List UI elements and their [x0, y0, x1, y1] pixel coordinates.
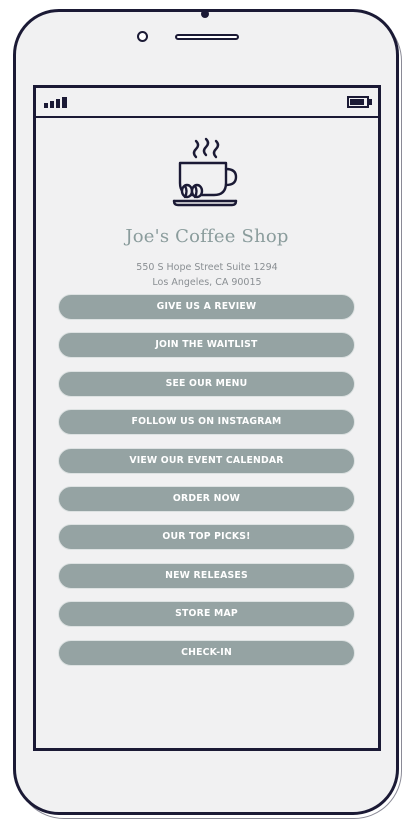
store-map-button[interactable]: STORE MAP: [58, 601, 355, 628]
join-waitlist-button[interactable]: JOIN THE WAITLIST: [58, 332, 355, 359]
shop-name: Joe's Coffee Shop: [125, 226, 289, 247]
battery-tip: [369, 99, 372, 105]
status-bar: [36, 88, 378, 118]
front-camera: [137, 31, 148, 42]
signal-icon: [44, 97, 67, 108]
front-sensor: [201, 10, 209, 18]
give-review-button[interactable]: GIVE US A REVIEW: [58, 294, 355, 320]
battery-icon: [347, 96, 369, 108]
check-in-button[interactable]: CHECK-IN: [58, 639, 355, 666]
earpiece-speaker: [175, 34, 239, 40]
follow-instagram-button[interactable]: FOLLOW US ON INSTAGRAM: [58, 409, 355, 436]
coffee-cup-icon: [172, 137, 238, 207]
link-button-list: GIVE US A REVIEW JOIN THE WAITLIST SEE O…: [58, 294, 355, 678]
phone-screen: Joe's Coffee Shop 550 S Hope Street Suit…: [33, 85, 381, 751]
order-now-button[interactable]: ORDER NOW: [58, 485, 355, 512]
new-releases-button[interactable]: NEW RELEASES: [58, 562, 355, 589]
event-calendar-button[interactable]: VIEW OUR EVENT CALENDAR: [58, 447, 355, 474]
address-line-2: Los Angeles, CA 90015: [152, 277, 262, 288]
see-menu-button[interactable]: SEE OUR MENU: [58, 370, 355, 397]
top-picks-button[interactable]: OUR TOP PICKS!: [58, 524, 355, 551]
address-line-1: 550 S Hope Street Suite 1294: [136, 262, 278, 273]
shop-address: 550 S Hope Street Suite 1294 Los Angeles…: [36, 260, 378, 290]
